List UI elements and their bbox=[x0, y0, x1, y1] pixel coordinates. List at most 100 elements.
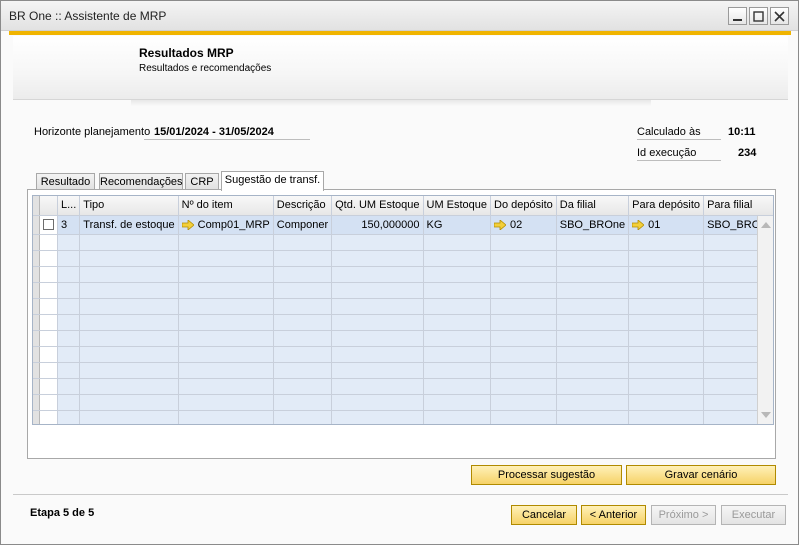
empty-cell[interactable] bbox=[39, 394, 58, 411]
empty-cell[interactable] bbox=[39, 298, 58, 315]
empty-cell[interactable] bbox=[556, 330, 630, 347]
col-header-item[interactable]: Nº do item bbox=[178, 196, 274, 216]
empty-cell[interactable] bbox=[57, 346, 81, 363]
cancel-button[interactable]: Cancelar bbox=[511, 505, 577, 525]
empty-cell[interactable] bbox=[490, 394, 557, 411]
empty-cell[interactable] bbox=[273, 378, 333, 395]
empty-cell[interactable] bbox=[423, 282, 492, 299]
empty-row[interactable] bbox=[33, 394, 773, 411]
col-header-descricao[interactable]: Descrição bbox=[273, 196, 333, 216]
empty-cell[interactable] bbox=[79, 266, 179, 283]
empty-cell[interactable] bbox=[556, 346, 630, 363]
empty-cell[interactable] bbox=[178, 362, 274, 379]
empty-cell[interactable] bbox=[331, 266, 424, 283]
empty-cell[interactable] bbox=[556, 394, 630, 411]
empty-cell[interactable] bbox=[556, 378, 630, 395]
empty-cell[interactable] bbox=[490, 266, 557, 283]
gravar-cenario-button[interactable]: Gravar cenário bbox=[626, 465, 776, 485]
empty-cell[interactable] bbox=[178, 378, 274, 395]
table-row[interactable]: 3 Transf. de estoque Comp01_MRP Componer… bbox=[33, 215, 773, 235]
empty-cell[interactable] bbox=[628, 298, 705, 315]
empty-cell[interactable] bbox=[628, 250, 705, 267]
sugestao-grid[interactable]: L... Tipo Nº do item Descrição Qtd. UM E… bbox=[32, 195, 774, 425]
empty-cell[interactable] bbox=[331, 234, 424, 251]
empty-cell[interactable] bbox=[556, 250, 630, 267]
empty-cell[interactable] bbox=[331, 282, 424, 299]
empty-cell[interactable] bbox=[57, 298, 81, 315]
empty-cell[interactable] bbox=[178, 394, 274, 411]
empty-cell[interactable] bbox=[490, 234, 557, 251]
empty-cell[interactable] bbox=[178, 330, 274, 347]
empty-cell[interactable] bbox=[39, 314, 58, 331]
empty-cell[interactable] bbox=[556, 314, 630, 331]
empty-cell[interactable] bbox=[39, 346, 58, 363]
empty-cell[interactable] bbox=[628, 410, 705, 424]
empty-cell[interactable] bbox=[423, 410, 492, 424]
scroll-down-icon[interactable] bbox=[761, 412, 771, 418]
execute-button[interactable]: Executar bbox=[721, 505, 786, 525]
empty-cell[interactable] bbox=[79, 410, 179, 424]
empty-cell[interactable] bbox=[628, 314, 705, 331]
empty-cell[interactable] bbox=[423, 314, 492, 331]
empty-cell[interactable] bbox=[490, 282, 557, 299]
empty-cell[interactable] bbox=[57, 234, 81, 251]
empty-cell[interactable] bbox=[556, 298, 630, 315]
empty-cell[interactable] bbox=[490, 346, 557, 363]
empty-cell[interactable] bbox=[423, 330, 492, 347]
empty-cell[interactable] bbox=[79, 394, 179, 411]
empty-cell[interactable] bbox=[423, 394, 492, 411]
col-header-line[interactable]: L... bbox=[57, 196, 81, 216]
maximize-button[interactable] bbox=[749, 7, 768, 25]
tab-recomendacoes[interactable]: Recomendações bbox=[99, 173, 183, 190]
empty-cell[interactable] bbox=[39, 410, 58, 424]
empty-cell[interactable] bbox=[423, 234, 492, 251]
empty-cell[interactable] bbox=[628, 266, 705, 283]
empty-row[interactable] bbox=[33, 314, 773, 331]
empty-cell[interactable] bbox=[39, 266, 58, 283]
empty-row[interactable] bbox=[33, 362, 773, 379]
title-bar[interactable]: BR One :: Assistente de MRP bbox=[1, 1, 798, 31]
empty-cell[interactable] bbox=[79, 298, 179, 315]
empty-cell[interactable] bbox=[556, 234, 630, 251]
empty-cell[interactable] bbox=[490, 330, 557, 347]
empty-cell[interactable] bbox=[628, 330, 705, 347]
empty-cell[interactable] bbox=[57, 410, 81, 424]
empty-cell[interactable] bbox=[79, 330, 179, 347]
empty-cell[interactable] bbox=[273, 298, 333, 315]
empty-cell[interactable] bbox=[628, 378, 705, 395]
tab-sugestao-transf[interactable]: Sugestão de transf. bbox=[221, 171, 324, 191]
empty-cell[interactable] bbox=[273, 266, 333, 283]
cell-para-deposito[interactable]: 01 bbox=[628, 215, 705, 235]
empty-cell[interactable] bbox=[331, 378, 424, 395]
empty-cell[interactable] bbox=[331, 394, 424, 411]
empty-cell[interactable] bbox=[331, 362, 424, 379]
empty-cell[interactable] bbox=[556, 410, 630, 424]
close-button[interactable] bbox=[770, 7, 789, 25]
empty-cell[interactable] bbox=[57, 394, 81, 411]
empty-cell[interactable] bbox=[39, 234, 58, 251]
empty-cell[interactable] bbox=[331, 250, 424, 267]
col-header-para-deposito[interactable]: Para depósito bbox=[628, 196, 705, 216]
empty-cell[interactable] bbox=[178, 266, 274, 283]
empty-cell[interactable] bbox=[273, 362, 333, 379]
empty-cell[interactable] bbox=[79, 362, 179, 379]
empty-cell[interactable] bbox=[79, 282, 179, 299]
empty-cell[interactable] bbox=[178, 250, 274, 267]
empty-cell[interactable] bbox=[628, 234, 705, 251]
empty-cell[interactable] bbox=[79, 378, 179, 395]
empty-cell[interactable] bbox=[57, 378, 81, 395]
empty-row[interactable] bbox=[33, 234, 773, 251]
col-header-qtd[interactable]: Qtd. UM Estoque bbox=[331, 196, 424, 216]
empty-cell[interactable] bbox=[556, 362, 630, 379]
row-checkbox[interactable] bbox=[43, 219, 54, 231]
tab-crp[interactable]: CRP bbox=[185, 173, 219, 190]
empty-cell[interactable] bbox=[490, 362, 557, 379]
empty-cell[interactable] bbox=[423, 250, 492, 267]
empty-cell[interactable] bbox=[628, 394, 705, 411]
empty-row[interactable] bbox=[33, 298, 773, 315]
empty-cell[interactable] bbox=[423, 378, 492, 395]
empty-cell[interactable] bbox=[178, 234, 274, 251]
empty-cell[interactable] bbox=[556, 282, 630, 299]
processar-sugestao-button[interactable]: Processar sugestão bbox=[471, 465, 622, 485]
empty-cell[interactable] bbox=[556, 266, 630, 283]
